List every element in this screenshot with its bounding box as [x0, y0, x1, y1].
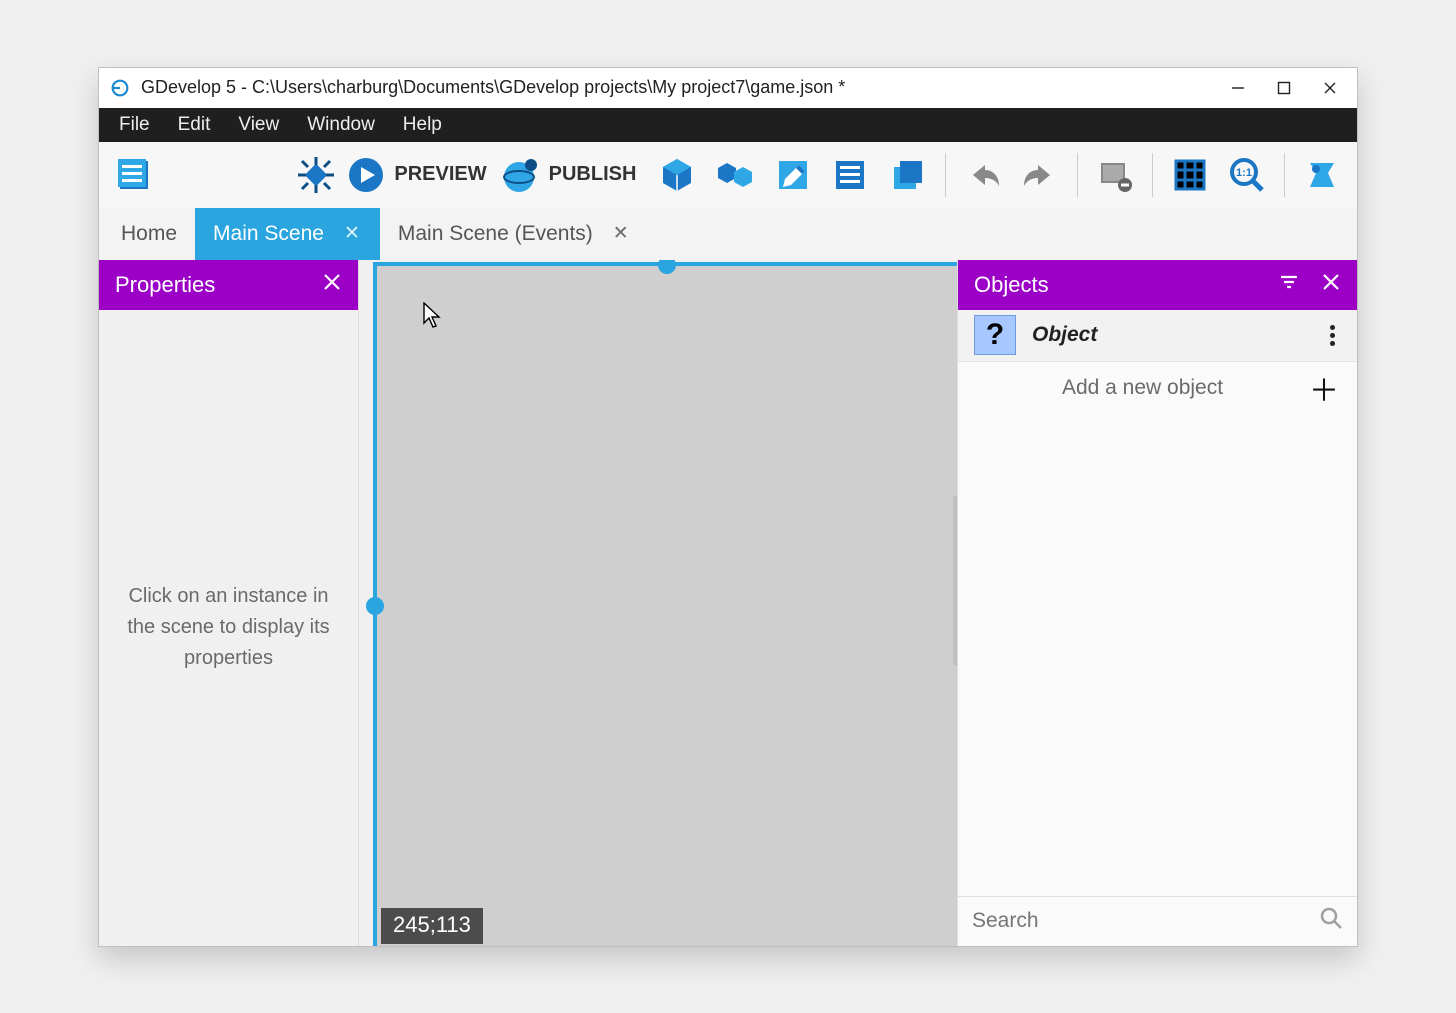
toggle-grid-button[interactable] — [1163, 148, 1217, 202]
undo-button[interactable] — [956, 148, 1010, 202]
main-area: Properties Click on an instance in the s… — [99, 260, 1357, 946]
object-list-item[interactable]: ? Object — [958, 310, 1357, 362]
scene-canvas[interactable]: 245;113 — [373, 262, 957, 946]
objects-panel: Objects ? Object Add a new object ＋ — [957, 260, 1357, 946]
settings-button[interactable] — [1295, 148, 1349, 202]
layers-editor-button[interactable] — [881, 148, 935, 202]
publish-label: PUBLISH — [549, 163, 637, 186]
objects-empty-space — [958, 414, 1357, 896]
menu-edit[interactable]: Edit — [164, 110, 225, 140]
toolbar-separator — [1284, 153, 1285, 197]
tab-home[interactable]: Home — [103, 208, 195, 260]
menu-file[interactable]: File — [105, 110, 164, 140]
add-object-label: Add a new object — [976, 376, 1309, 400]
app-window: GDevelop 5 - C:\Users\charburg\Documents… — [98, 67, 1358, 947]
objects-panel-header: Objects — [958, 260, 1357, 310]
window-close-button[interactable] — [1307, 68, 1353, 108]
window-minimize-button[interactable] — [1215, 68, 1261, 108]
cursor-coordinates: 245;113 — [381, 908, 483, 944]
toolbar-separator — [1077, 153, 1078, 197]
preview-label: PREVIEW — [394, 163, 486, 186]
app-icon — [109, 77, 131, 99]
tab-main-scene[interactable]: Main Scene ✕ — [195, 208, 380, 260]
cursor-icon — [423, 302, 441, 328]
plus-icon: ＋ — [1309, 366, 1339, 410]
toggle-mask-button[interactable] — [1088, 148, 1142, 202]
search-icon[interactable] — [1319, 906, 1343, 936]
resize-handle-left[interactable] — [366, 597, 384, 615]
objects-search-input[interactable] — [972, 909, 1311, 933]
tab-home-label: Home — [121, 222, 177, 246]
window-title: GDevelop 5 - C:\Users\charburg\Documents… — [141, 77, 1215, 98]
menu-view[interactable]: View — [224, 110, 293, 140]
zoom-reset-button[interactable]: 1:1 — [1221, 148, 1275, 202]
toolbar-separator — [1152, 153, 1153, 197]
tab-main-scene-events[interactable]: Main Scene (Events) ✕ — [380, 208, 649, 260]
close-icon[interactable]: ✕ — [611, 222, 631, 245]
resize-handle-top[interactable] — [658, 260, 676, 274]
titlebar: GDevelop 5 - C:\Users\charburg\Documents… — [99, 68, 1357, 108]
tabstrip: Home Main Scene ✕ Main Scene (Events) ✕ — [99, 208, 1357, 260]
close-icon[interactable] — [322, 272, 342, 298]
scene-canvas-area[interactable]: 245;113 — [359, 260, 957, 946]
preview-button[interactable]: PREVIEW — [346, 155, 496, 195]
menubar: File Edit View Window Help — [99, 108, 1357, 142]
add-object-button[interactable]: Add a new object ＋ — [958, 362, 1357, 414]
menu-help[interactable]: Help — [389, 110, 456, 140]
toolbar: PREVIEW PUBLISH — [99, 142, 1357, 208]
properties-panel-header: Properties — [99, 260, 358, 310]
object-groups-button[interactable] — [708, 148, 762, 202]
properties-editor-button[interactable] — [766, 148, 820, 202]
object-editor-button[interactable] — [650, 148, 704, 202]
menu-window[interactable]: Window — [293, 110, 389, 140]
objects-search-row — [958, 896, 1357, 946]
properties-empty-hint: Click on an instance in the scene to dis… — [99, 310, 358, 946]
publish-button[interactable]: PUBLISH — [501, 155, 647, 195]
properties-panel-title: Properties — [115, 272, 215, 298]
instances-list-button[interactable] — [823, 148, 877, 202]
object-thumbnail: ? — [974, 315, 1016, 355]
properties-panel: Properties Click on an instance in the s… — [99, 260, 359, 946]
close-icon[interactable] — [1321, 272, 1341, 298]
debugger-button[interactable] — [289, 148, 343, 202]
svg-text:1:1: 1:1 — [1237, 167, 1253, 179]
tab-scene-label: Main Scene — [213, 222, 324, 246]
object-name-label: Object — [1032, 323, 1308, 347]
scrollbar[interactable] — [953, 496, 957, 666]
project-manager-button[interactable] — [107, 148, 161, 202]
toolbar-separator — [945, 153, 946, 197]
kebab-menu-icon[interactable] — [1324, 319, 1341, 352]
tab-events-label: Main Scene (Events) — [398, 222, 593, 246]
window-maximize-button[interactable] — [1261, 68, 1307, 108]
redo-button[interactable] — [1014, 148, 1068, 202]
objects-panel-title: Objects — [974, 272, 1049, 298]
filter-icon[interactable] — [1279, 272, 1299, 298]
close-icon[interactable]: ✕ — [342, 222, 362, 245]
